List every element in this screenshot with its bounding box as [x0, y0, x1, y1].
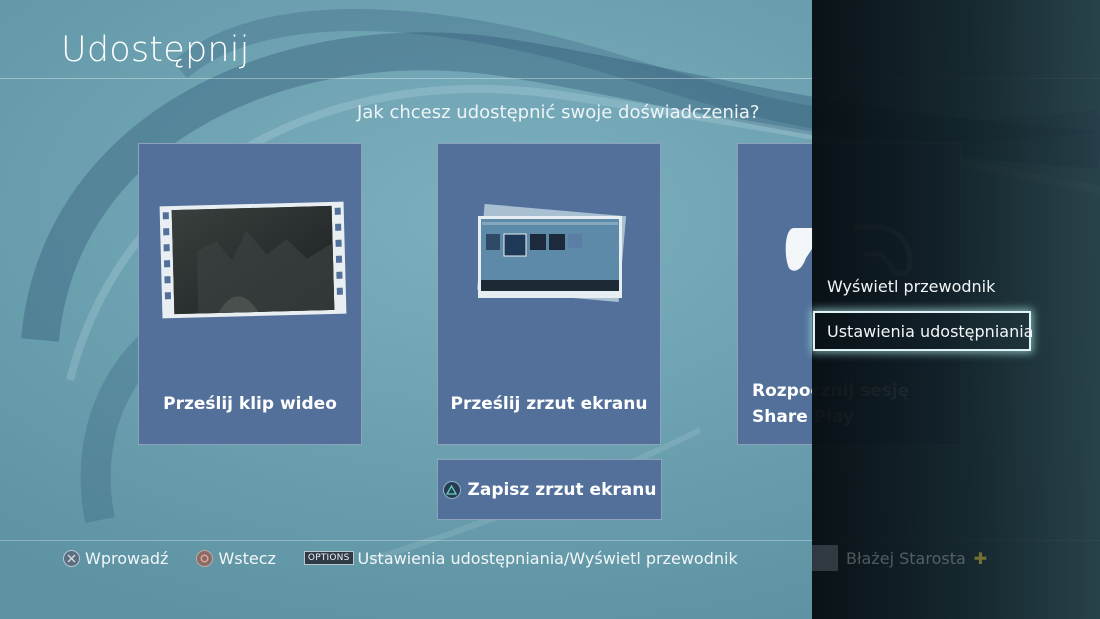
user-indicator: Błażej Starosta ✚	[812, 545, 987, 571]
save-screenshot-button[interactable]: Zapisz zrzut ekranu	[437, 459, 662, 520]
user-name: Błażej Starosta	[846, 548, 966, 568]
cross-button-icon	[63, 549, 80, 567]
upload-screenshot-card[interactable]: Prześlij zrzut ekranu	[437, 143, 661, 445]
share-question: Jak chcesz udostępnić swoje doświadczeni…	[357, 102, 760, 123]
film-strip-icon	[159, 201, 347, 319]
circle-button-icon	[196, 549, 214, 567]
options-menu-panel: Wyświetl przewodnik Ustawienia udostępni…	[812, 0, 1100, 619]
upload-video-clip-label: Prześlij klip wideo	[163, 394, 337, 414]
options-button-icon: OPTIONS	[303, 551, 354, 565]
upload-screenshot-label: Prześlij zrzut ekranu	[450, 394, 648, 414]
avatar	[812, 545, 838, 571]
hint-enter: Wprowadź	[63, 549, 168, 568]
triangle-button-icon	[442, 480, 461, 499]
hint-back-label: Wstecz	[218, 548, 276, 568]
hint-options: OPTIONS Ustawienia udostępniania/Wyświet…	[303, 548, 738, 568]
page-title: Udostępnij	[61, 30, 250, 70]
hint-enter-label: Wprowadź	[85, 548, 169, 568]
button-hints: Wprowadź Wstecz OPTIONS Ustawienia udost…	[63, 547, 766, 569]
save-screenshot-label: Zapisz zrzut ekranu	[467, 479, 657, 500]
hint-back: Wstecz	[196, 548, 276, 568]
hint-options-label: Ustawienia udostępniania/Wyświetl przewo…	[357, 548, 738, 568]
menu-item-sharing-settings[interactable]: Ustawienia udostępniania	[813, 311, 1033, 351]
plus-icon: ✚	[973, 548, 988, 568]
menu-item-view-guide[interactable]: Wyświetl przewodnik	[827, 277, 995, 296]
screenshot-thumbnail-icon	[477, 204, 627, 302]
upload-video-clip-card[interactable]: Prześlij klip wideo	[138, 143, 362, 445]
